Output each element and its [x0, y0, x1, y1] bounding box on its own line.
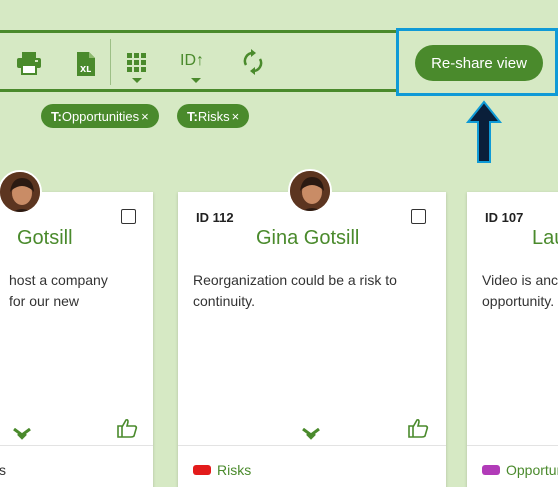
- card-tag-swatch: [193, 465, 211, 475]
- card-tag-swatch: [482, 465, 500, 475]
- card-description-line: host a company: [9, 272, 108, 288]
- card-description-line: Video is anc: [482, 272, 558, 288]
- reshare-view-button[interactable]: Re-share view: [415, 45, 543, 81]
- avatar: [0, 170, 42, 214]
- pointer-arrow-icon: [465, 100, 503, 169]
- card-description-line: Reorganization could be a risk to: [193, 272, 397, 288]
- toolbar-divider: [110, 39, 111, 85]
- card-description: Video is anc opportunity.: [482, 270, 558, 312]
- filter-chip-prefix: T:: [187, 108, 198, 124]
- sort-by-id-label: ID↑: [180, 52, 204, 69]
- svg-text:XL: XL: [80, 65, 91, 74]
- filter-chip-label: Risks: [197, 108, 230, 124]
- refresh-icon[interactable]: [242, 49, 264, 75]
- card-item[interactable]: ID 107 Lau Video is anc opportunity. Opp…: [467, 192, 558, 487]
- card-tag: Risks: [193, 462, 251, 478]
- card-tag: s: [0, 462, 6, 478]
- printer-icon[interactable]: [16, 51, 42, 75]
- card-id: ID 107: [485, 210, 524, 225]
- close-icon[interactable]: ×: [141, 109, 149, 124]
- card-item[interactable]: Gotsill host a company for our new s: [0, 192, 153, 487]
- filter-chip-label: Opportunities: [61, 108, 140, 124]
- expand-chevron-icon[interactable]: [13, 427, 31, 445]
- card-checkbox[interactable]: [121, 209, 136, 224]
- card-id: ID 112: [196, 210, 234, 225]
- card-description-line: continuity.: [193, 293, 255, 309]
- grid-view-icon[interactable]: [127, 53, 147, 73]
- card-checkbox[interactable]: [411, 209, 426, 224]
- thumbs-up-icon[interactable]: [116, 418, 138, 443]
- chevron-down-icon[interactable]: [191, 78, 201, 83]
- card-owner-name: Gina Gotsill: [256, 227, 360, 249]
- card-tag: Opportur: [482, 462, 558, 478]
- card-tag-label: s: [0, 462, 6, 478]
- thumbs-up-icon[interactable]: [407, 418, 429, 443]
- card-description: host a company for our new: [9, 270, 108, 312]
- avatar: [288, 169, 332, 213]
- card-divider: [467, 445, 558, 446]
- card-divider: [0, 445, 153, 446]
- expand-chevron-icon[interactable]: [302, 427, 320, 445]
- filter-chip-risks[interactable]: T: Risks ×: [177, 104, 250, 128]
- card-owner-name: Gotsill: [17, 227, 73, 249]
- card-tag-label: Risks: [217, 462, 252, 478]
- card-description-line: opportunity.: [482, 293, 555, 309]
- close-icon[interactable]: ×: [232, 109, 240, 124]
- sort-by-id-icon[interactable]: ID↑: [180, 52, 204, 70]
- card-description: Reorganization could be a risk to contin…: [193, 270, 433, 312]
- card-tag-label: Opportur: [506, 462, 558, 478]
- card-item[interactable]: ID 112 Gina Gotsill Reorganization could…: [178, 192, 446, 487]
- filter-chip-opportunities[interactable]: T: Opportunities ×: [41, 104, 159, 128]
- excel-export-icon[interactable]: XL: [76, 51, 96, 77]
- app-root: XL ID↑ Re-share view T: Opportunities × …: [0, 0, 558, 487]
- chevron-down-icon[interactable]: [132, 78, 142, 83]
- card-owner-name: Lau: [532, 227, 558, 249]
- card-divider: [178, 445, 446, 446]
- card-description-line: for our new: [9, 293, 80, 309]
- filter-chip-prefix: T:: [51, 108, 62, 124]
